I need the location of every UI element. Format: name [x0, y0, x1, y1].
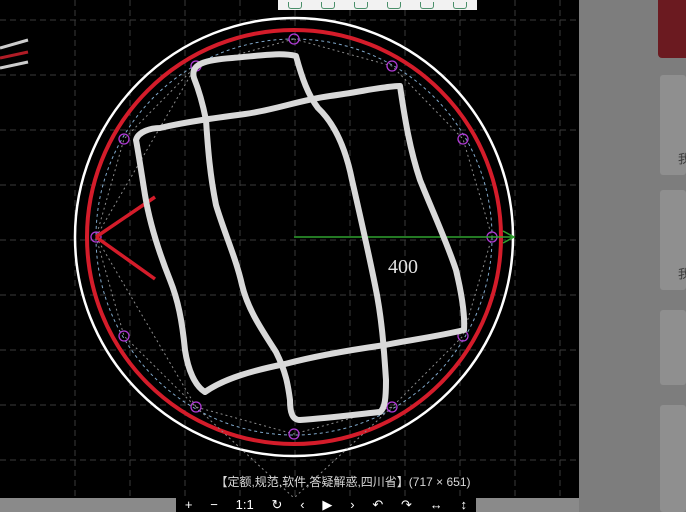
flip-vertical-button[interactable]: ↕ — [461, 497, 468, 512]
actual-size-button[interactable]: 1:1 — [236, 497, 254, 512]
side-card-2-text: 我 — [678, 267, 686, 281]
viewer-controls: + − 1:1 ↻ ‹ ▶ › ↶ ↷ ↔ ↕ — [176, 497, 476, 512]
flip-horizontal-button[interactable]: ↔ — [430, 497, 443, 512]
search-icon[interactable] — [287, 1, 302, 9]
share-icon[interactable] — [387, 1, 402, 9]
viewer-bottom-right-gap — [476, 498, 579, 512]
zoom-in-button[interactable]: + — [185, 497, 193, 512]
side-card-1-text: 我 — [678, 152, 686, 166]
next-button[interactable]: › — [350, 497, 354, 512]
side-card-4[interactable] — [660, 405, 686, 512]
settings-icon[interactable] — [453, 1, 468, 9]
fullscreen-icon[interactable] — [353, 1, 368, 9]
left-sliver-lines — [0, 38, 29, 70]
cad-drawing: 400 — [0, 0, 579, 498]
reset-button[interactable]: ↻ — [272, 497, 283, 512]
document-icon[interactable] — [320, 1, 335, 9]
zoom-out-button[interactable]: − — [210, 497, 218, 512]
rotate-right-button[interactable]: ↷ — [401, 497, 412, 512]
rotate-left-button[interactable]: ↶ — [372, 497, 383, 512]
prev-button[interactable]: ‹ — [300, 497, 304, 512]
viewer-top-toolbar — [278, 0, 477, 10]
dimension-arrow — [294, 230, 516, 244]
play-button[interactable]: ▶ — [322, 497, 332, 512]
red-thumbnail[interactable] — [658, 0, 686, 58]
image-caption: 【定额,规范,软件,答疑解惑,四川省】(717 × 651) — [215, 475, 471, 489]
image-viewer[interactable]: 400 — [0, 0, 579, 498]
side-card-3[interactable] — [660, 310, 686, 385]
image-icon[interactable] — [420, 1, 435, 9]
viewer-bottom-left-gap — [0, 498, 176, 512]
dimension-label: 400 — [388, 256, 418, 278]
